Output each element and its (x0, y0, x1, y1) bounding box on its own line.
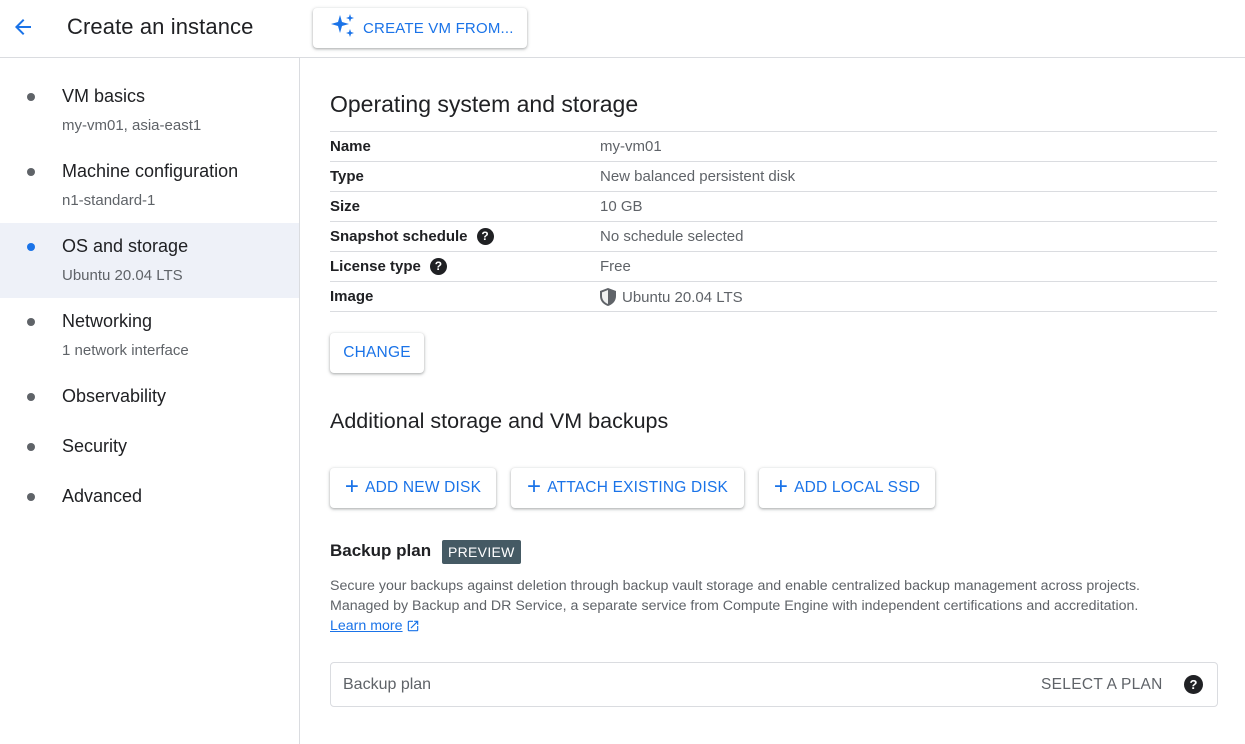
add-local-ssd-button[interactable]: + ADD LOCAL SSD (759, 468, 935, 508)
change-button[interactable]: CHANGE (330, 333, 424, 373)
page-header: Create an instance CREATE VM FROM... (0, 0, 1245, 58)
table-row: Image Ubuntu 20.04 LTS (330, 282, 1217, 312)
sidebar-step-os-and-storage[interactable]: OS and storage Ubuntu 20.04 LTS (0, 223, 299, 298)
add-new-disk-label: ADD NEW DISK (365, 479, 482, 496)
step-title: Networking (62, 311, 153, 331)
row-key-with-help: Snapshot schedule ? (330, 228, 494, 245)
sparkle-icon (329, 12, 357, 45)
backup-desc-line2: Managed by Backup and DR Service, a sepa… (330, 598, 1139, 614)
row-key: Size (330, 198, 361, 215)
step-bullet (27, 243, 35, 251)
table-row: Snapshot schedule ? No schedule selected (330, 222, 1217, 252)
row-value: Free (600, 258, 631, 275)
row-key-with-help: License type ? (330, 258, 447, 275)
step-bullet (27, 318, 35, 326)
table-row: Name my-vm01 (330, 132, 1217, 162)
additional-storage-heading: Additional storage and VM backups (330, 409, 669, 433)
back-arrow-icon[interactable] (8, 12, 38, 42)
step-title: OS and storage (62, 236, 189, 256)
add-local-ssd-label: ADD LOCAL SSD (794, 479, 921, 496)
row-key: Image (330, 288, 374, 305)
sidebar-step-networking[interactable]: Networking 1 network interface (0, 298, 299, 359)
os-storage-summary-table: Name my-vm01 Type New balanced persisten… (330, 131, 1217, 312)
step-title: Security (62, 436, 128, 456)
create-vm-from-button[interactable]: CREATE VM FROM... (313, 8, 527, 48)
step-subtitle: n1-standard-1 (62, 192, 156, 209)
attach-existing-disk-button[interactable]: + ATTACH EXISTING DISK (511, 468, 744, 508)
row-value: No schedule selected (600, 228, 744, 245)
steps-sidebar: VM basics my-vm01, asia-east1 Machine co… (0, 58, 300, 744)
add-new-disk-button[interactable]: + ADD NEW DISK (330, 468, 496, 508)
step-subtitle: 1 network interface (62, 342, 189, 359)
create-vm-from-label: CREATE VM FROM... (363, 19, 514, 37)
help-icon[interactable]: ? (429, 258, 447, 275)
step-title: Observability (62, 386, 167, 406)
step-bullet (27, 93, 35, 101)
row-key-label: License type (330, 258, 421, 275)
image-value: Ubuntu 20.04 LTS (622, 288, 743, 306)
step-bullet (27, 493, 35, 501)
step-subtitle: my-vm01, asia-east1 (62, 117, 202, 134)
os-storage-heading: Operating system and storage (330, 91, 639, 117)
row-key: Name (330, 138, 371, 155)
row-key-label: Snapshot schedule (330, 228, 468, 245)
sidebar-step-vm-basics[interactable]: VM basics my-vm01, asia-east1 (0, 73, 299, 134)
row-value: my-vm01 (600, 138, 662, 155)
help-icon[interactable]: ? (1184, 675, 1203, 694)
sidebar-step-advanced[interactable]: Advanced (0, 473, 299, 518)
step-bullet (27, 443, 35, 451)
backup-plan-placeholder: Backup plan (343, 676, 432, 693)
row-key: Type (330, 168, 364, 185)
plus-icon: + (526, 473, 542, 500)
step-subtitle: Ubuntu 20.04 LTS (62, 267, 183, 284)
help-icon[interactable]: ? (476, 228, 494, 245)
backup-desc-line1: Secure your backups against deletion thr… (330, 578, 1140, 594)
table-row: License type ? Free (330, 252, 1217, 282)
step-title: Advanced (62, 486, 143, 506)
table-row: Size 10 GB (330, 192, 1217, 222)
backup-plan-title: Backup plan (330, 541, 432, 560)
step-bullet (27, 168, 35, 176)
main-content: Operating system and storage Name my-vm0… (300, 58, 1245, 744)
shield-icon (600, 288, 616, 306)
sidebar-step-observability[interactable]: Observability (0, 373, 299, 418)
plus-icon: + (344, 473, 360, 500)
row-value: New balanced persistent disk (600, 168, 796, 185)
backup-description: Secure your backups against deletion thr… (330, 576, 1210, 636)
row-value-with-icon: Ubuntu 20.04 LTS (600, 288, 743, 306)
step-title: VM basics (62, 86, 146, 106)
learn-more-label: Learn more (330, 618, 403, 634)
external-link-icon (403, 619, 420, 633)
step-title: Machine configuration (62, 161, 239, 181)
step-bullet (27, 393, 35, 401)
row-value: 10 GB (600, 198, 643, 215)
sidebar-step-security[interactable]: Security (0, 423, 299, 468)
preview-badge: PREVIEW (442, 540, 521, 564)
attach-existing-disk-label: ATTACH EXISTING DISK (547, 479, 729, 496)
select-a-plan-button[interactable]: SELECT A PLAN (1041, 676, 1163, 694)
backup-plan-field[interactable]: Backup plan SELECT A PLAN ? (330, 662, 1218, 707)
plus-icon: + (773, 473, 789, 500)
page-title: Create an instance (67, 14, 254, 39)
table-row: Type New balanced persistent disk (330, 162, 1217, 192)
sidebar-step-machine-configuration[interactable]: Machine configuration n1-standard-1 (0, 148, 299, 209)
learn-more-link[interactable]: Learn more (330, 616, 420, 636)
